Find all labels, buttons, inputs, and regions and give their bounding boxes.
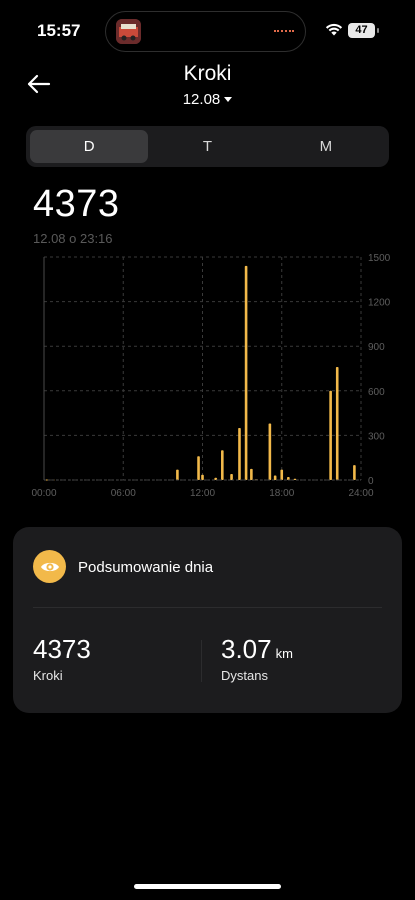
- last-updated-timestamp: 12.08 o 23:16: [33, 231, 113, 246]
- total-steps-value: 4373: [33, 183, 120, 225]
- chart-bar: [221, 450, 224, 480]
- status-time: 15:57: [37, 21, 81, 40]
- x-tick-label: 12:00: [190, 488, 215, 499]
- chart-bar: [268, 423, 272, 480]
- chart-bar: [238, 427, 241, 480]
- chart-bar: [273, 475, 277, 480]
- x-tick-label: 00:00: [31, 488, 56, 499]
- tab-week[interactable]: T: [148, 130, 266, 163]
- y-tick-label: 600: [368, 387, 385, 398]
- divider: [33, 607, 382, 608]
- status-bar: 15:57 47: [0, 0, 415, 62]
- distance-stat-label: Dystans: [221, 668, 268, 683]
- distance-stat-value: 3.07 km: [221, 634, 293, 665]
- chart-bar: [280, 469, 284, 480]
- steps-stat-value: 4373: [33, 634, 91, 664]
- chart-bar: [329, 390, 332, 480]
- home-indicator: [134, 884, 281, 889]
- y-tick-label: 900: [368, 342, 385, 353]
- battery-tip: [377, 28, 379, 33]
- dynamic-island[interactable]: [105, 11, 306, 52]
- battery-icon: 47: [348, 23, 375, 38]
- chart-bar: [244, 265, 248, 480]
- date-label: 12.08: [182, 91, 221, 108]
- chart-bar: [293, 478, 297, 480]
- x-tick-label: 18:00: [269, 488, 294, 499]
- page-title: Kroki: [183, 62, 232, 85]
- chart-bar: [201, 474, 204, 480]
- caret-down-icon: [224, 96, 233, 102]
- period-tabs: D T M: [26, 126, 389, 167]
- steps-chart[interactable]: 1500 1200 900 600 300 0 00:00 06:00 12:00 18:00 24…: [0, 245, 415, 505]
- steps-stat-label: Kroki: [33, 668, 63, 683]
- stat-divider: [201, 640, 202, 682]
- chart-bar: [335, 367, 339, 480]
- y-tick-label: 1500: [368, 253, 391, 264]
- chart-bar: [250, 468, 253, 480]
- tab-month[interactable]: M: [267, 130, 385, 163]
- summary-title: Podsumowanie dnia: [78, 559, 214, 576]
- live-activity-app-icon: [116, 19, 141, 44]
- date-selector[interactable]: 12.08: [0, 91, 415, 108]
- tab-day[interactable]: D: [30, 130, 149, 163]
- chart-bar: [176, 469, 179, 480]
- y-tick-label: 1200: [368, 298, 391, 309]
- wifi-icon: [325, 23, 343, 36]
- x-tick-label: 06:00: [111, 488, 136, 499]
- chart-bar: [353, 465, 356, 480]
- distance-unit: km: [275, 646, 293, 661]
- y-tick-label: 300: [368, 431, 385, 442]
- daily-summary-card[interactable]: Podsumowanie dnia 4373 Kroki 3.07 km Dyst…: [13, 527, 402, 713]
- chart-bar: [230, 474, 233, 480]
- distance-value: 3.07: [221, 634, 272, 664]
- x-tick-label: 24:00: [348, 488, 373, 499]
- live-activity-indicator: [274, 30, 294, 32]
- chart-bar: [197, 456, 200, 480]
- y-tick-label: 0: [368, 476, 374, 487]
- eye-icon: [33, 550, 66, 583]
